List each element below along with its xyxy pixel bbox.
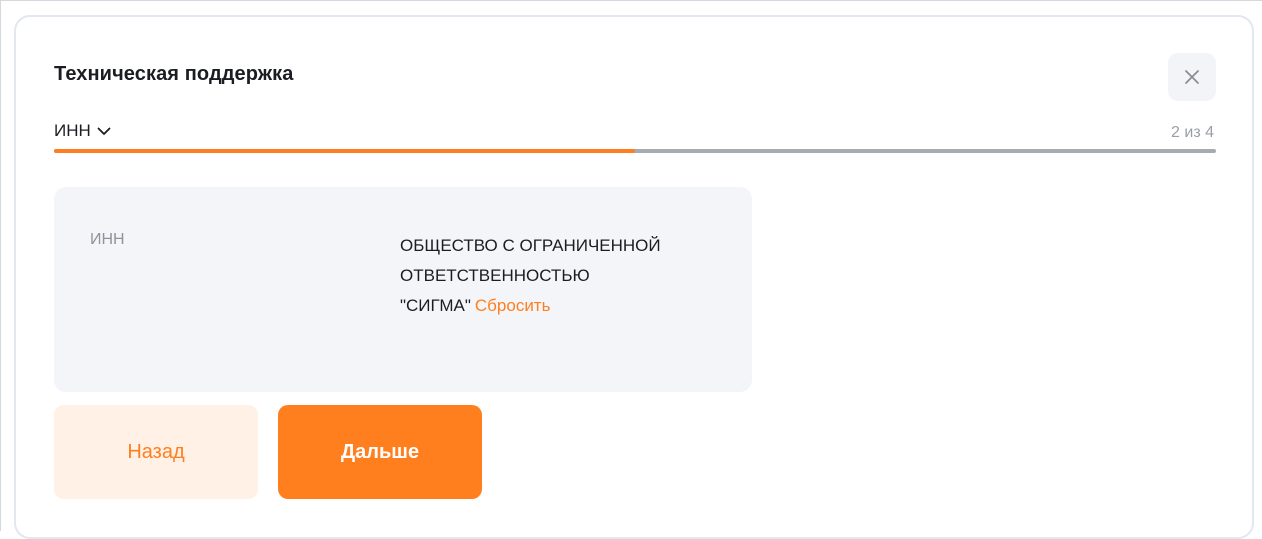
field-label: ИНН <box>90 231 125 248</box>
next-button[interactable]: Дальше <box>278 405 482 499</box>
field-value: ОБЩЕСТВО С ОГРАНИЧЕННОЙ ОТВЕТСТВЕННОСТЬЮ… <box>400 231 730 321</box>
close-icon <box>1185 70 1199 84</box>
chevron-down-icon <box>97 127 111 135</box>
field-card: ИНН ОБЩЕСТВО С ОГРАНИЧЕННОЙ ОТВЕТСТВЕННО… <box>54 187 752 392</box>
reset-link[interactable]: Сбросить <box>475 296 551 315</box>
modal-title: Техническая поддержка <box>54 63 294 85</box>
support-modal: Техническая поддержка ИНН 2 из 4 ИНН ОБЩ… <box>14 15 1254 539</box>
step-selector[interactable]: ИНН <box>54 121 111 141</box>
step-counter: 2 из 4 <box>1171 124 1214 141</box>
progress-fill <box>54 149 635 153</box>
step-label: ИНН <box>54 121 91 140</box>
page-frame: Техническая поддержка ИНН 2 из 4 ИНН ОБЩ… <box>0 0 1262 539</box>
close-button[interactable] <box>1168 53 1216 101</box>
back-button[interactable]: Назад <box>54 405 258 499</box>
progress-bar <box>54 149 1216 153</box>
